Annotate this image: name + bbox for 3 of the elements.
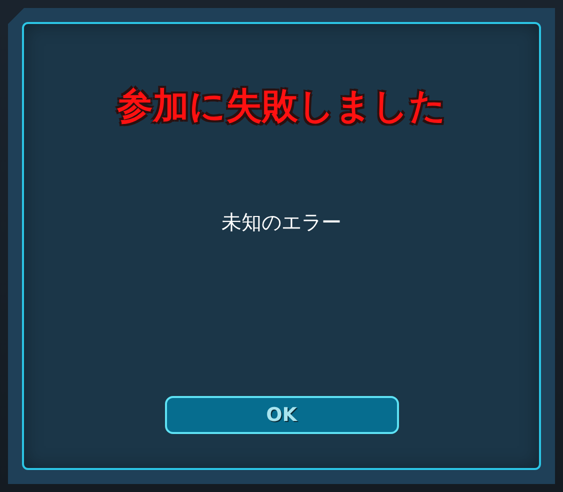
error-message: 未知のエラー: [222, 209, 342, 236]
dialog-title: 参加に失敗しました: [117, 85, 446, 129]
ok-button[interactable]: OK: [164, 396, 398, 434]
